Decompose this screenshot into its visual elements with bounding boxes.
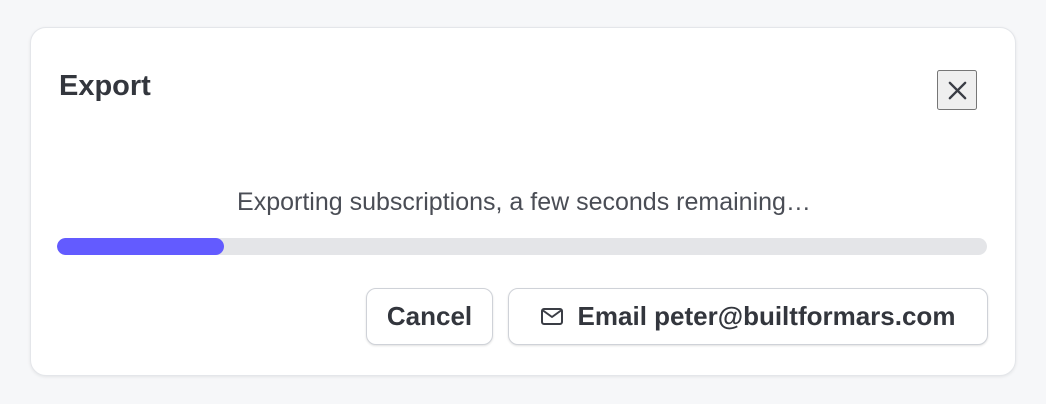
email-button-label: Email peter@builtformars.com — [577, 301, 956, 331]
export-status-text: Exporting subscriptions, a few seconds r… — [237, 188, 811, 216]
dialog-title: Export — [59, 70, 151, 102]
cancel-button[interactable]: Cancel — [366, 288, 493, 345]
export-dialog: Export Exporting subscriptions, a few se… — [30, 27, 1016, 376]
export-progress-bar — [57, 238, 987, 255]
email-export-button[interactable]: Email peter@builtformars.com — [508, 288, 988, 345]
progress-fill — [57, 238, 225, 255]
close-button[interactable] — [937, 70, 977, 110]
close-icon — [948, 81, 966, 99]
cancel-button-label: Cancel — [386, 301, 473, 331]
mail-icon — [540, 308, 563, 325]
